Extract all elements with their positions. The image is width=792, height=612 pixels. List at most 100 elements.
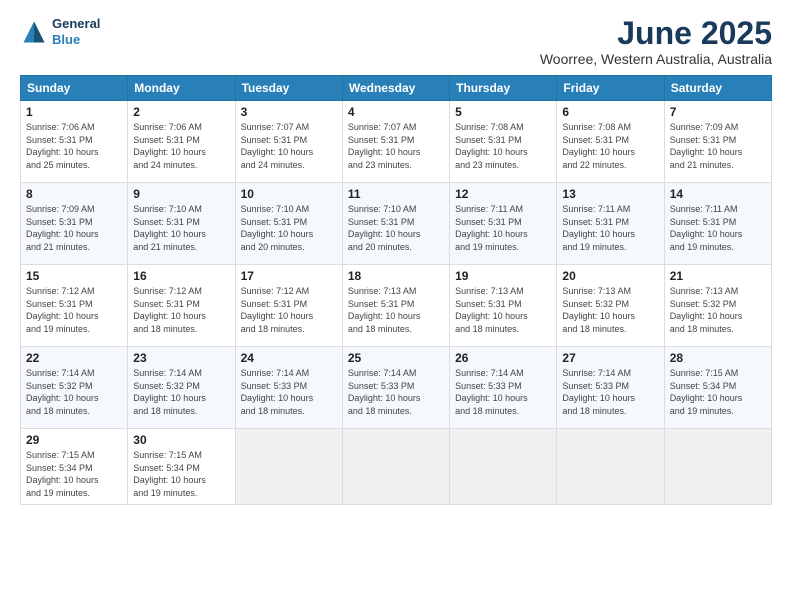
title-section: June 2025 Woorree, Western Australia, Au… [540,16,772,67]
day-number: 5 [455,105,551,119]
day-number: 19 [455,269,551,283]
calendar-cell: 25Sunrise: 7:14 AM Sunset: 5:33 PM Dayli… [342,347,449,429]
calendar-cell: 2 Sunrise: 7:06 AM Sunset: 5:31 PM Daylig… [128,101,235,183]
calendar-cell: 3 Sunrise: 7:07 AM Sunset: 5:31 PM Daylig… [235,101,342,183]
day-info: Sunrise: 7:06 AM Sunset: 5:31 PM Dayligh… [133,121,229,171]
day-info: Sunrise: 7:13 AM Sunset: 5:31 PM Dayligh… [455,285,551,335]
day-number: 10 [241,187,337,201]
day-info: Sunrise: 7:07 AM Sunset: 5:31 PM Dayligh… [241,121,337,171]
calendar-cell [235,429,342,504]
calendar-table: SundayMondayTuesdayWednesdayThursdayFrid… [20,75,772,504]
day-info: Sunrise: 7:14 AM Sunset: 5:33 PM Dayligh… [241,367,337,417]
day-info: Sunrise: 7:10 AM Sunset: 5:31 PM Dayligh… [348,203,444,253]
day-number: 9 [133,187,229,201]
logo-text: General Blue [52,16,100,47]
day-info: Sunrise: 7:09 AM Sunset: 5:31 PM Dayligh… [26,203,122,253]
calendar-cell: 12 Sunrise: 7:11 AM Sunset: 5:31 PM Dayli… [450,183,557,265]
weekday-header-thursday: Thursday [450,76,557,101]
calendar-cell: 4 Sunrise: 7:07 AM Sunset: 5:31 PM Daylig… [342,101,449,183]
day-info: Sunrise: 7:11 AM Sunset: 5:31 PM Dayligh… [562,203,658,253]
calendar-cell [450,429,557,504]
day-info: Sunrise: 7:15 AM Sunset: 5:34 PM Dayligh… [670,367,766,417]
calendar-cell: 6 Sunrise: 7:08 AM Sunset: 5:31 PM Daylig… [557,101,664,183]
day-info: Sunrise: 7:13 AM Sunset: 5:31 PM Dayligh… [348,285,444,335]
day-number: 25 [348,351,444,365]
day-info: Sunrise: 7:12 AM Sunset: 5:31 PM Dayligh… [133,285,229,335]
day-number: 26 [455,351,551,365]
calendar-cell: 29 Sunrise: 7:15 AM Sunset: 5:34 PM Dayli… [21,429,128,504]
location-subtitle: Woorree, Western Australia, Australia [540,51,772,67]
day-info: Sunrise: 7:12 AM Sunset: 5:31 PM Dayligh… [241,285,337,335]
calendar-cell: 15 Sunrise: 7:12 AM Sunset: 5:31 PM Dayli… [21,265,128,347]
day-number: 27 [562,351,658,365]
calendar-cell: 30 Sunrise: 7:15 AM Sunset: 5:34 PM Dayli… [128,429,235,504]
day-info: Sunrise: 7:09 AM Sunset: 5:31 PM Dayligh… [670,121,766,171]
calendar-cell: 16 Sunrise: 7:12 AM Sunset: 5:31 PM Dayli… [128,265,235,347]
day-info: Sunrise: 7:08 AM Sunset: 5:31 PM Dayligh… [455,121,551,171]
day-info: Sunrise: 7:13 AM Sunset: 5:32 PM Dayligh… [670,285,766,335]
calendar-cell: 14Sunrise: 7:11 AM Sunset: 5:31 PM Dayli… [664,183,771,265]
day-info: Sunrise: 7:10 AM Sunset: 5:31 PM Dayligh… [133,203,229,253]
day-number: 29 [26,433,122,447]
page: General Blue June 2025 Woorree, Western … [0,0,792,612]
calendar-cell: 27 Sunrise: 7:14 AM Sunset: 5:33 PM Dayli… [557,347,664,429]
day-info: Sunrise: 7:12 AM Sunset: 5:31 PM Dayligh… [26,285,122,335]
calendar-cell: 1 Sunrise: 7:06 AM Sunset: 5:31 PM Daylig… [21,101,128,183]
day-info: Sunrise: 7:14 AM Sunset: 5:32 PM Dayligh… [133,367,229,417]
day-number: 3 [241,105,337,119]
day-info: Sunrise: 7:15 AM Sunset: 5:34 PM Dayligh… [133,449,229,499]
day-info: Sunrise: 7:10 AM Sunset: 5:31 PM Dayligh… [241,203,337,253]
calendar-cell: 10 Sunrise: 7:10 AM Sunset: 5:31 PM Dayli… [235,183,342,265]
day-number: 8 [26,187,122,201]
day-number: 12 [455,187,551,201]
calendar-cell: 20 Sunrise: 7:13 AM Sunset: 5:32 PM Dayli… [557,265,664,347]
calendar-cell: 18 Sunrise: 7:13 AM Sunset: 5:31 PM Dayli… [342,265,449,347]
day-number: 28 [670,351,766,365]
calendar-cell: 5 Sunrise: 7:08 AM Sunset: 5:31 PM Daylig… [450,101,557,183]
logo-icon [20,18,48,46]
day-info: Sunrise: 7:08 AM Sunset: 5:31 PM Dayligh… [562,121,658,171]
day-number: 22 [26,351,122,365]
day-number: 13 [562,187,658,201]
weekday-header-sunday: Sunday [21,76,128,101]
calendar-cell: 24 Sunrise: 7:14 AM Sunset: 5:33 PM Dayli… [235,347,342,429]
day-number: 14 [670,187,766,201]
calendar-cell: 17 Sunrise: 7:12 AM Sunset: 5:31 PM Dayli… [235,265,342,347]
calendar-cell: 13 Sunrise: 7:11 AM Sunset: 5:31 PM Dayli… [557,183,664,265]
calendar-cell: 23Sunrise: 7:14 AM Sunset: 5:32 PM Dayli… [128,347,235,429]
day-info: Sunrise: 7:14 AM Sunset: 5:33 PM Dayligh… [455,367,551,417]
day-info: Sunrise: 7:07 AM Sunset: 5:31 PM Dayligh… [348,121,444,171]
weekday-header-saturday: Saturday [664,76,771,101]
weekday-header-friday: Friday [557,76,664,101]
day-info: Sunrise: 7:14 AM Sunset: 5:33 PM Dayligh… [562,367,658,417]
calendar-cell [664,429,771,504]
calendar-cell: 19 Sunrise: 7:13 AM Sunset: 5:31 PM Dayli… [450,265,557,347]
calendar-cell: 22Sunrise: 7:14 AM Sunset: 5:32 PM Dayli… [21,347,128,429]
day-number: 1 [26,105,122,119]
calendar-cell: 21Sunrise: 7:13 AM Sunset: 5:32 PM Dayli… [664,265,771,347]
day-info: Sunrise: 7:11 AM Sunset: 5:31 PM Dayligh… [455,203,551,253]
day-number: 11 [348,187,444,201]
month-title: June 2025 [540,16,772,51]
day-number: 4 [348,105,444,119]
day-number: 16 [133,269,229,283]
logo: General Blue [20,16,100,47]
day-info: Sunrise: 7:15 AM Sunset: 5:34 PM Dayligh… [26,449,122,499]
day-number: 2 [133,105,229,119]
calendar-cell: 28 Sunrise: 7:15 AM Sunset: 5:34 PM Dayli… [664,347,771,429]
day-number: 20 [562,269,658,283]
day-number: 15 [26,269,122,283]
calendar-cell: 7Sunrise: 7:09 AM Sunset: 5:31 PM Daylig… [664,101,771,183]
day-number: 24 [241,351,337,365]
day-number: 6 [562,105,658,119]
calendar-cell: 9 Sunrise: 7:10 AM Sunset: 5:31 PM Daylig… [128,183,235,265]
day-number: 17 [241,269,337,283]
day-number: 30 [133,433,229,447]
day-info: Sunrise: 7:13 AM Sunset: 5:32 PM Dayligh… [562,285,658,335]
calendar-cell [557,429,664,504]
day-info: Sunrise: 7:06 AM Sunset: 5:31 PM Dayligh… [26,121,122,171]
calendar-cell: 8 Sunrise: 7:09 AM Sunset: 5:31 PM Daylig… [21,183,128,265]
day-number: 18 [348,269,444,283]
calendar-cell: 11 Sunrise: 7:10 AM Sunset: 5:31 PM Dayli… [342,183,449,265]
weekday-header-tuesday: Tuesday [235,76,342,101]
